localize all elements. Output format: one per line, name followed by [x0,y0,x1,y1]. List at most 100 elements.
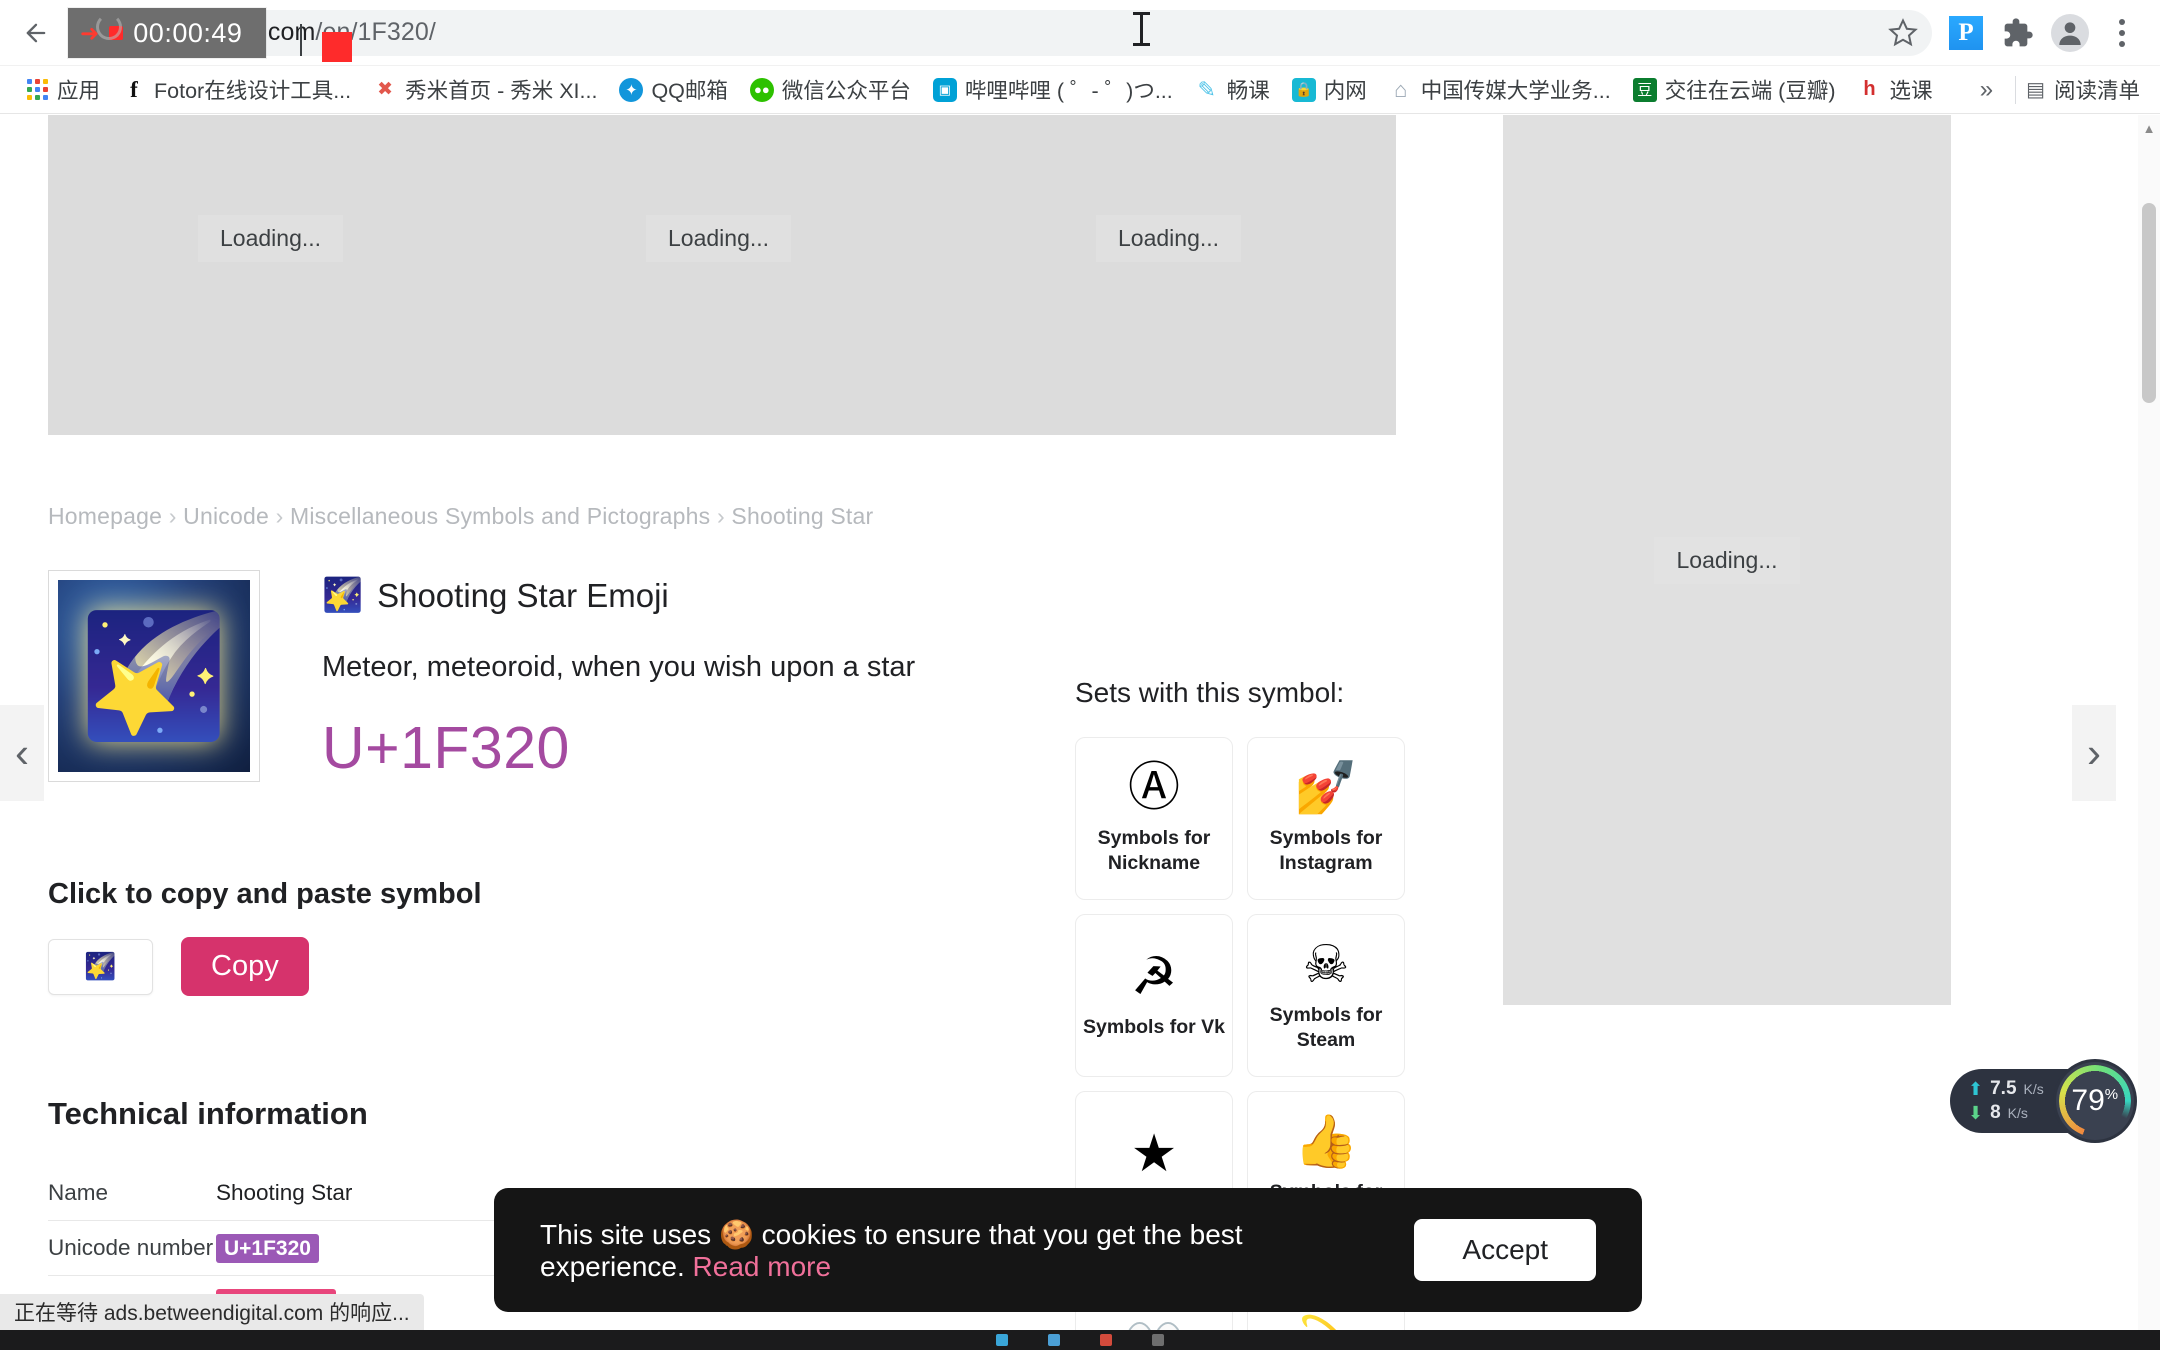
douban-icon: 豆 [1632,77,1657,102]
table-row: Unicode number U+1F320 [48,1220,558,1276]
taskbar-icon[interactable] [1152,1334,1164,1346]
unicode-chip[interactable]: U+1F320 [216,1234,319,1263]
bookmarks-overflow-button[interactable]: » [1968,76,2005,104]
page-scrollbar[interactable]: ▲ ▼ [2138,115,2160,1350]
right-rail: Loading... [1455,115,2138,1350]
reading-list-icon: ▤ [2026,79,2045,101]
bookmark-item[interactable]: ✖ 秀米首页 - 秀米 XI... [362,70,608,109]
skull-crossbones-icon: ☠ [1302,936,1350,995]
page-title-text: Shooting Star Emoji [377,576,669,614]
upload-arrow-icon: ⬆ [1968,1078,1984,1099]
reading-list-button[interactable]: ▤ 阅读清单 [2026,74,2146,105]
set-card-label: Symbols for Steam [1269,1004,1383,1051]
carousel-next-button[interactable]: › [2072,705,2116,801]
bookmark-item[interactable]: 🔒 内网 [1281,70,1378,109]
set-card-label: Symbols for Instagram [1269,827,1383,874]
ad-loading-label: Loading... [1096,215,1242,262]
set-card-label: Symbols for Vk [1083,1016,1225,1039]
bookmark-item[interactable]: ▣ 哔哩哔哩 ( ゜- ゜)つ... [922,70,1184,109]
breadcrumb-link-homepage[interactable]: Homepage [48,503,162,529]
set-card-steam[interactable]: ☠ Symbols for Steam [1247,914,1405,1077]
taskbar-icon[interactable] [996,1334,1008,1346]
symbol-copy-field[interactable]: 🌠 [48,938,153,995]
back-button[interactable] [14,11,58,55]
bookmark-star-icon[interactable] [1888,17,1918,48]
os-taskbar [0,1330,2160,1350]
taskbar-icon[interactable] [1048,1334,1060,1346]
symbol-details: 🌠 Shooting Star Emoji Meteor, meteoroid,… [322,570,915,782]
set-card-instagram[interactable]: 💅 Symbols for Instagram [1247,737,1405,900]
symbol-description: Meteor, meteoroid, when you wish upon a … [322,651,916,683]
changke-icon: ✎ [1197,76,1216,102]
bookmark-label: 选课 [1889,79,1933,103]
table-row: Name Shooting Star [48,1166,558,1221]
cookie-consent-banner: This site uses 🍪 cookies to ensure that … [494,1188,1642,1312]
hammer-sickle-icon: ☭ [1130,948,1178,1007]
taskbar-icon[interactable] [1100,1334,1112,1346]
kebab-icon [2119,18,2125,47]
extensions-button[interactable] [1994,9,2042,57]
status-bar-text: 正在等待 ads.betweendigital.com 的响应... [14,1302,410,1325]
cookie-accept-button[interactable]: Accept [1414,1219,1596,1281]
bookmarks-bar-right: » ▤ 阅读清单 [1968,74,2146,105]
network-speed-widget[interactable]: ⬆ 7.5 K/s ⬇ 8 K/s 79% [1950,1062,2134,1140]
bookmark-item[interactable]: ●● 微信公众平台 [739,70,922,109]
content-columns: Loading... Loading... Loading... Homepag… [0,115,2138,1350]
breadcrumb-link-block[interactable]: Miscellaneous Symbols and Pictographs [290,503,710,529]
bookmark-item[interactable]: f Fotor在线设计工具... [111,70,362,109]
loading-spinner-icon [96,14,122,40]
bookmark-item[interactable]: h 选课 [1847,70,1944,109]
sidebar-ad: Loading... [1503,115,1951,1005]
scroll-up-arrow-icon[interactable]: ▲ [2138,117,2160,139]
profile-button[interactable] [2046,9,2094,57]
wechat-icon: ●● [749,77,774,102]
pixlr-extension-button[interactable]: P [1942,9,1990,57]
table-cell-key: Name [48,1180,109,1205]
scrollbar-thumb[interactable] [2142,203,2156,403]
ad-loading-label: Loading... [198,215,344,262]
redaction-block [322,31,352,62]
bookmark-label: QQ邮箱 [651,79,728,103]
circled-a-icon: Ⓐ [1127,759,1180,818]
reading-list-label: 阅读清单 [2053,79,2140,103]
bilibili-icon: ▣ [932,77,957,102]
breadcrumb-separator: › [275,503,284,529]
chrome-menu-button[interactable] [2098,9,2146,57]
breadcrumb-link-unicode[interactable]: Unicode [183,503,269,529]
bookmark-apps[interactable]: 应用 [14,70,111,109]
bookmark-label: 微信公众平台 [781,79,911,103]
bookmark-label: 哔哩哔哩 ( ゜- ゜)つ... [964,79,1173,103]
bookmark-label: 内网 [1323,79,1367,103]
set-card-nickname[interactable]: Ⓐ Symbols for Nickname [1075,737,1233,900]
bookmark-item[interactable]: ✦ QQ邮箱 [608,70,738,109]
table-cell-key: Unicode number [48,1220,216,1276]
status-bar: 正在等待 ads.betweendigital.com 的响应... [0,1294,424,1330]
carousel-prev-button[interactable]: ‹ [0,705,44,801]
bookmark-item[interactable]: ⌂ 中国传媒大学业务... [1378,70,1622,109]
cookie-read-more-link[interactable]: Read more [693,1251,832,1282]
fotor-icon: f [130,76,138,102]
sets-panel-title: Sets with this symbol: [1075,677,1345,708]
download-arrow-icon: ⬇ [1968,1102,1984,1123]
bookmark-item[interactable]: 豆 交往在云端 (豆瓣) [1622,70,1847,109]
timer-text: 00:00:49 [133,17,243,48]
bookmark-label: 畅课 [1226,79,1270,103]
ad-loading-label: Loading... [646,215,792,262]
set-card-label: Symbols for Nickname [1097,827,1211,874]
cookie-text-before: This site uses [540,1218,712,1250]
avatar [2051,13,2089,52]
bookmark-label: 秀米首页 - 秀米 XI... [405,79,598,103]
qqmail-icon: ✦ [619,77,644,102]
shooting-star-icon: 🌠 [79,609,229,743]
download-speed-unit: K/s [2007,1105,2028,1121]
cpu-usage-gauge: 79% [2055,1062,2134,1140]
copy-button[interactable]: Copy [181,937,309,996]
bookmark-item[interactable]: ✎ 畅课 [1184,70,1281,109]
symbol-preview-thumb: 🌠 [58,580,250,772]
set-card-vk[interactable]: ☭ Symbols for Vk [1075,914,1233,1077]
breadcrumb-separator: › [168,503,177,529]
address-bar[interactable]: unide-table.com/en/1F320/ [72,9,1932,62]
upload-speed-value: 7.5 [1990,1078,2017,1099]
page-viewport: Loading... Loading... Loading... Homepag… [0,115,2160,1350]
text-cursor-pointer [1133,12,1150,46]
